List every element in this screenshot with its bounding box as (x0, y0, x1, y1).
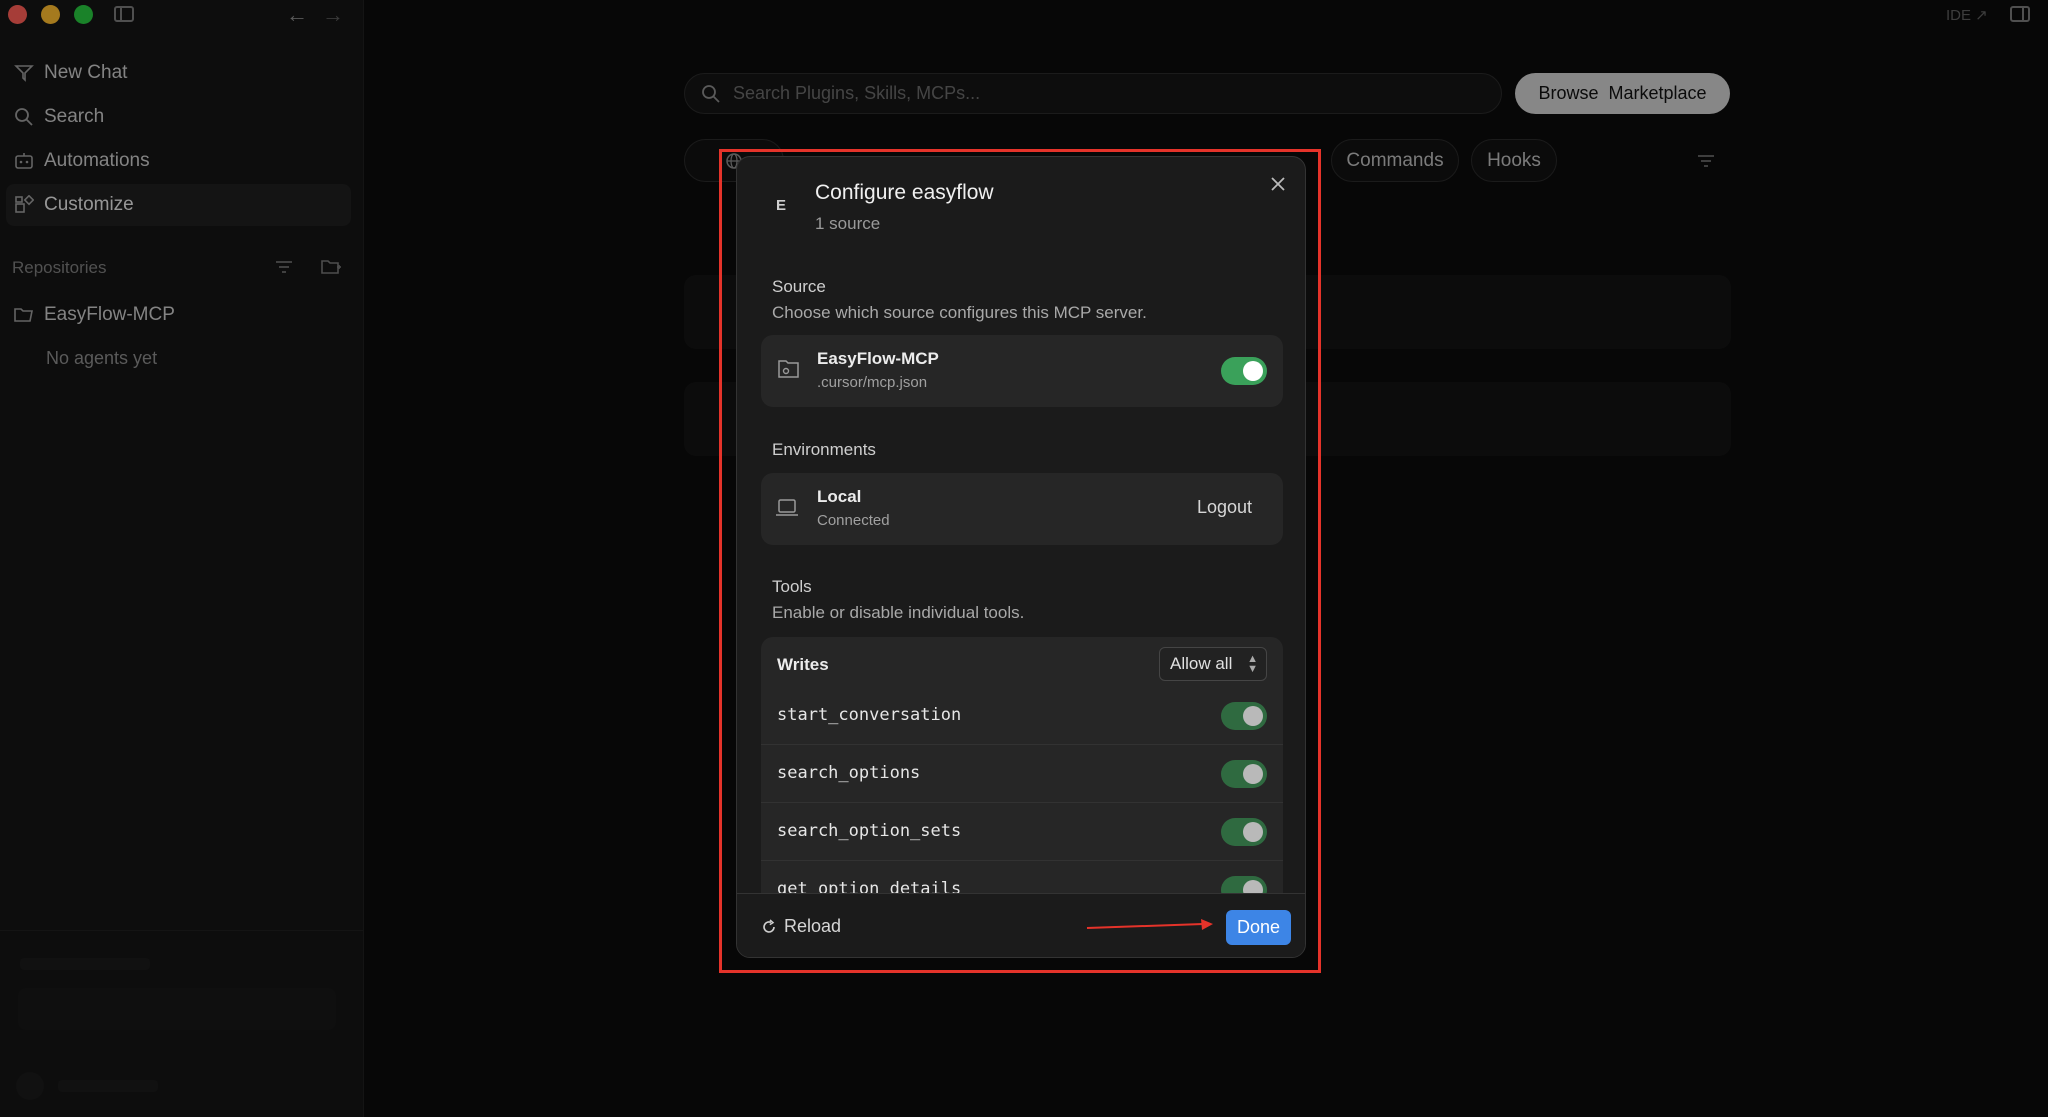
tool-toggle[interactable] (1221, 876, 1267, 893)
tool-row: search_option_sets (761, 803, 1283, 861)
source-path: .cursor/mcp.json (817, 374, 928, 391)
reload-button[interactable]: Reload (761, 916, 841, 937)
allow-all-select[interactable]: Allow all ▲ ▼ (1159, 647, 1267, 681)
tool-row: search_options (761, 745, 1283, 803)
tools-group-label: Writes (777, 655, 829, 674)
tool-name: search_options (777, 763, 921, 783)
tool-name: search_option_sets (777, 821, 962, 841)
source-description: Choose which source configures this MCP … (772, 303, 1147, 322)
environment-name: Local (817, 487, 862, 506)
source-toggle[interactable] (1221, 357, 1267, 385)
tools-card: Writes Allow all ▲ ▼ start_conversation s… (761, 637, 1283, 893)
environments-heading: Environments (772, 440, 876, 459)
logout-button[interactable]: Logout (1197, 497, 1252, 518)
tool-name: start_conversation (777, 705, 962, 725)
annotation-arrow-icon (1086, 919, 1213, 930)
tool-toggle[interactable] (1221, 818, 1267, 846)
source-name: EasyFlow-MCP (817, 349, 939, 368)
dialog-footer: Reload Done (737, 893, 1305, 957)
server-avatar: E (776, 197, 787, 214)
tool-name: get_option_details (777, 879, 962, 893)
source-heading: Source (772, 277, 826, 296)
tools-description: Enable or disable individual tools. (772, 603, 1025, 622)
laptop-icon (775, 497, 799, 519)
environment-card: Local Connected Logout (761, 473, 1283, 545)
dialog-body[interactable]: E Configure easyflow 1 source Source Cho… (737, 157, 1305, 893)
tool-row: get_option_details (761, 861, 1283, 893)
configure-dialog: E Configure easyflow 1 source Source Cho… (736, 156, 1306, 958)
tool-toggle[interactable] (1221, 702, 1267, 730)
close-icon[interactable] (1269, 175, 1291, 197)
tool-toggle[interactable] (1221, 760, 1267, 788)
tools-heading: Tools (772, 577, 812, 596)
dialog-title: Configure easyflow (815, 181, 994, 204)
environment-status: Connected (817, 512, 890, 529)
reload-icon (763, 918, 775, 933)
tool-row: start_conversation (761, 687, 1283, 745)
reload-label: Reload (784, 916, 842, 936)
config-file-icon (777, 358, 801, 380)
allow-all-value: Allow all (1170, 654, 1233, 673)
chevron-updown-icon: ▲ ▼ (1247, 653, 1258, 675)
dialog-subtitle: 1 source (815, 214, 881, 233)
done-button[interactable]: Done (1226, 910, 1291, 945)
source-card: EasyFlow-MCP .cursor/mcp.json (761, 335, 1283, 407)
